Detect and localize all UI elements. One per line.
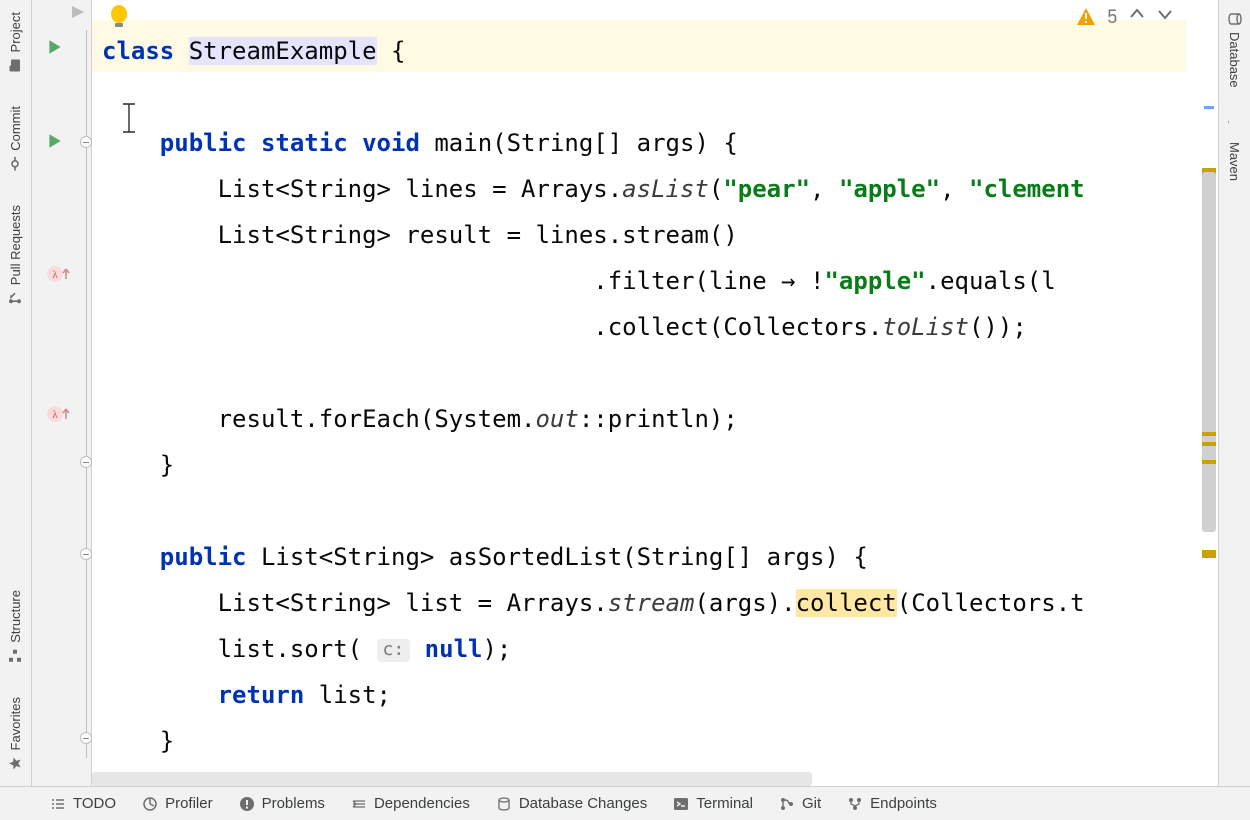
- tool-tab-todo[interactable]: TODO: [50, 795, 116, 812]
- bottom-tool-bar: TODO Profiler Problems Dependencies Data…: [0, 786, 1250, 820]
- stripe-warning-marker[interactable]: [1202, 460, 1216, 464]
- tool-tab-maven[interactable]: m Maven: [1225, 116, 1245, 187]
- tool-tab-database-changes[interactable]: Database Changes: [496, 795, 647, 812]
- lambda-gutter-icon[interactable]: λ: [46, 264, 72, 284]
- editor-gutter: λ λ: [32, 0, 92, 786]
- stripe-warning-marker[interactable]: [1202, 432, 1216, 436]
- tool-tab-dependencies[interactable]: Dependencies: [351, 795, 470, 812]
- tool-tab-endpoints[interactable]: Endpoints: [847, 795, 937, 812]
- tool-tab-problems[interactable]: Problems: [239, 795, 325, 812]
- tool-tab-structure[interactable]: Structure: [6, 584, 25, 669]
- tool-tab-project[interactable]: Project: [6, 6, 25, 78]
- code-editor[interactable]: 5 class StreamExample { public static vo…: [92, 0, 1218, 786]
- stripe-caret-marker: [1204, 106, 1214, 109]
- tool-tab-terminal[interactable]: Terminal: [673, 795, 753, 812]
- svg-text:λ: λ: [52, 409, 58, 421]
- code-content[interactable]: class StreamExample { public static void…: [92, 0, 1218, 764]
- tool-tab-database[interactable]: Database: [1225, 6, 1244, 94]
- fold-toggle-icon[interactable]: [80, 136, 92, 148]
- error-stripe[interactable]: [1200, 0, 1218, 786]
- run-main-icon[interactable]: [46, 132, 64, 155]
- fold-toggle-icon[interactable]: [80, 456, 92, 468]
- svg-text:λ: λ: [52, 269, 58, 281]
- right-tool-stripe: Database m Maven: [1218, 0, 1250, 786]
- tool-tab-favorites[interactable]: Favorites: [6, 691, 25, 776]
- lambda-gutter-icon[interactable]: λ: [46, 404, 72, 424]
- svg-text:m: m: [1228, 121, 1230, 129]
- parameter-hint: c:: [377, 639, 411, 662]
- tool-tab-git[interactable]: Git: [779, 795, 821, 812]
- stripe-warning-marker[interactable]: [1202, 442, 1216, 446]
- stripe-scrollbar-thumb[interactable]: [1202, 172, 1216, 532]
- horizontal-scrollbar[interactable]: [92, 772, 812, 786]
- tool-tab-commit[interactable]: Commit: [6, 100, 25, 177]
- fold-toggle-icon[interactable]: [80, 548, 92, 560]
- run-class-icon[interactable]: [46, 38, 64, 61]
- left-tool-stripe: Project Commit Pull Requests Structure: [0, 0, 32, 786]
- tool-tab-profiler[interactable]: Profiler: [142, 795, 213, 812]
- method-separator-arrow-icon: [70, 4, 86, 25]
- stripe-warning-marker[interactable]: [1202, 550, 1216, 558]
- fold-toggle-icon[interactable]: [80, 732, 92, 744]
- tool-tab-pull-requests[interactable]: Pull Requests: [6, 199, 25, 311]
